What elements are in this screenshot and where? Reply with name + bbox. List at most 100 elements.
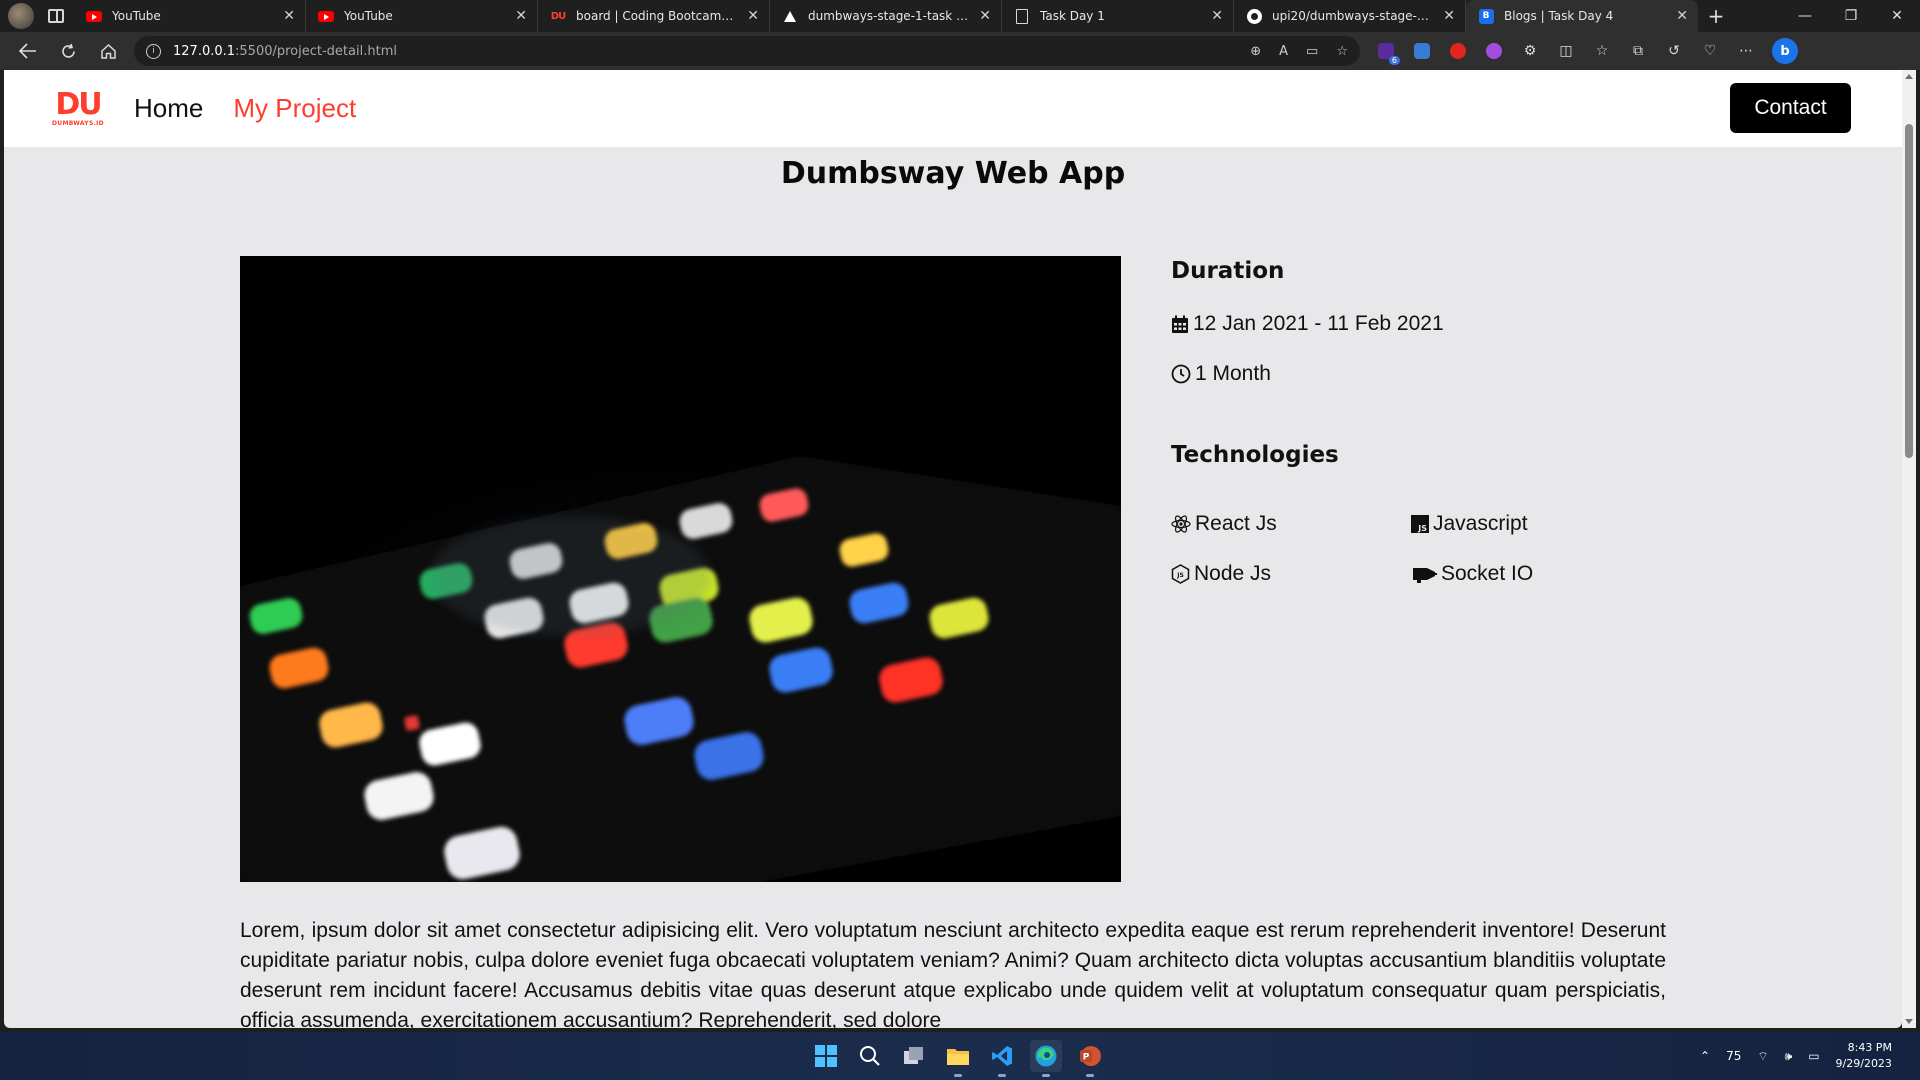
start-button[interactable]: [810, 1040, 842, 1072]
immersive-reader-icon[interactable]: ▭: [1306, 44, 1318, 59]
clock[interactable]: 8:43 PM 9/29/2023: [1836, 1040, 1892, 1072]
tray-number[interactable]: 75: [1726, 1049, 1741, 1063]
search-icon: [860, 1046, 880, 1066]
extension-badge-icon[interactable]: 6: [1376, 41, 1400, 65]
tech-label: Socket IO: [1441, 562, 1534, 585]
dumbways-logo[interactable]: DU DUMBWAYS.ID: [52, 90, 104, 128]
health-icon[interactable]: ♡: [1700, 41, 1720, 61]
url-host: 127.0.0.1: [173, 43, 236, 59]
copilot-icon[interactable]: b: [1772, 38, 1798, 64]
clock-icon: [1171, 364, 1191, 384]
duration-line: 1 Month: [1171, 362, 1271, 386]
svg-text:JS: JS: [1176, 572, 1184, 579]
refresh-button[interactable]: [48, 36, 88, 66]
favorites-icon[interactable]: ☆: [1592, 41, 1612, 61]
zoom-icon[interactable]: ⊕: [1250, 44, 1261, 59]
site-info-icon[interactable]: i: [146, 43, 161, 59]
back-button[interactable]: [8, 36, 48, 66]
battery-icon[interactable]: ▭: [1808, 1049, 1819, 1063]
history-icon[interactable]: ↺: [1664, 41, 1684, 61]
task-view-button[interactable]: [898, 1040, 930, 1072]
tab-title: upi20/dumbways-stage-1-task: [1272, 9, 1435, 23]
close-icon[interactable]: ✕: [747, 8, 759, 24]
browser-tab-active[interactable]: B Blogs | Task Day 4 ✕: [1466, 0, 1698, 32]
volume-icon[interactable]: 🕪: [1785, 1049, 1793, 1064]
favorite-star-icon[interactable]: ☆: [1336, 44, 1348, 59]
vscode-button[interactable]: [986, 1040, 1018, 1077]
file-explorer-button[interactable]: [942, 1040, 974, 1077]
chevron-up-icon[interactable]: ⌃: [1700, 1049, 1710, 1063]
powerpoint-button[interactable]: P: [1074, 1040, 1106, 1077]
restore-button[interactable]: ❐: [1828, 0, 1874, 32]
wifi-icon[interactable]: ⌔: [1757, 1049, 1768, 1064]
windows-taskbar: P ⌃ 75 ⌔ 🕪 ▭ 8:43 PM 9/29/2023: [0, 1032, 1920, 1080]
browser-tab[interactable]: Task Day 1 ✕: [1002, 0, 1234, 32]
red-extension-icon[interactable]: [1448, 41, 1468, 61]
nav-link-home[interactable]: Home: [134, 93, 203, 124]
url-path: :5500/project-detail.html: [235, 43, 397, 59]
youtube-icon: [86, 8, 102, 24]
blog-icon: B: [1478, 8, 1494, 24]
new-tab-button[interactable]: +: [1698, 0, 1734, 32]
close-icon[interactable]: ✕: [283, 8, 295, 24]
more-menu-icon[interactable]: ⋯: [1736, 41, 1756, 61]
close-icon[interactable]: ✕: [979, 8, 991, 24]
date-range-line: 12 Jan 2021 - 11 Feb 2021: [1171, 312, 1444, 336]
home-button[interactable]: [88, 36, 128, 66]
scroll-up-icon[interactable]: [1905, 74, 1913, 79]
browser-tab[interactable]: upi20/dumbways-stage-1-task ✕: [1234, 0, 1466, 32]
duration-heading: Duration: [1171, 258, 1285, 284]
minimize-button[interactable]: —: [1782, 0, 1828, 32]
youtube-icon: [318, 8, 334, 24]
react-icon: [1171, 515, 1191, 533]
close-window-button[interactable]: ✕: [1874, 0, 1920, 32]
page-scrollbar[interactable]: [1902, 70, 1916, 1028]
collections-icon[interactable]: ⧉: [1628, 41, 1648, 61]
tech-item-javascript: JS Javascript: [1411, 512, 1528, 536]
search-button[interactable]: [854, 1040, 886, 1072]
contact-button[interactable]: Contact: [1730, 83, 1851, 133]
tech-item-socketio: Socket IO: [1411, 562, 1533, 586]
document-icon: [1014, 8, 1030, 24]
folder-icon: [947, 1049, 969, 1065]
tech-label: Node Js: [1194, 562, 1272, 585]
browser-tab[interactable]: YouTube ✕: [74, 0, 306, 32]
tab-title: YouTube: [344, 9, 393, 23]
read-aloud-icon[interactable]: A: [1279, 44, 1288, 59]
close-icon[interactable]: ✕: [1443, 8, 1455, 24]
edge-button[interactable]: [1030, 1040, 1062, 1077]
page-title: Dumbsway Web App: [780, 156, 1126, 191]
technologies-heading: Technologies: [1171, 442, 1339, 468]
address-bar-input[interactable]: i 127.0.0.1:5500/project-detail.html ⊕ A…: [134, 36, 1360, 66]
close-icon[interactable]: ✕: [1211, 8, 1223, 24]
extension-badge-count: 6: [1388, 56, 1400, 65]
powerpoint-icon: P: [1080, 1046, 1101, 1066]
site-navbar: DU DUMBWAYS.ID Home My Project Contact: [4, 70, 1902, 147]
extensions-puzzle-icon[interactable]: ⚙: [1520, 41, 1540, 61]
tech-label: React Js: [1195, 512, 1277, 535]
purple-extension-icon[interactable]: [1484, 41, 1504, 61]
close-icon[interactable]: ✕: [1676, 8, 1688, 24]
scroll-down-icon[interactable]: [1905, 1019, 1913, 1024]
profile-avatar-icon[interactable]: [8, 3, 34, 29]
translate-extension-icon[interactable]: [1412, 41, 1432, 61]
task-view-icon: [904, 1047, 923, 1064]
vscode-icon: [992, 1046, 1012, 1066]
browser-tab[interactable]: YouTube ✕: [306, 0, 538, 32]
tech-item-react: React Js: [1171, 512, 1277, 536]
nav-link-my-project[interactable]: My Project: [233, 93, 356, 124]
vercel-icon: [782, 8, 798, 24]
close-icon[interactable]: ✕: [515, 8, 527, 24]
tab-actions-icon[interactable]: [48, 9, 64, 23]
tech-item-nodejs: JS Node Js: [1171, 562, 1271, 586]
scrollbar-thumb[interactable]: [1905, 124, 1913, 458]
browser-tab[interactable]: dumbways-stage-1-task – Overview ✕: [770, 0, 1002, 32]
edge-icon: [1035, 1045, 1057, 1067]
svg-text:P: P: [1083, 1053, 1090, 1063]
page-viewport: DU DUMBWAYS.ID Home My Project Contact D…: [4, 70, 1902, 1028]
browser-tab[interactable]: DU board | Coding Bootcamp Indonesia ✕: [538, 0, 770, 32]
tab-title: Task Day 1: [1040, 9, 1105, 23]
project-description: Lorem, ipsum dolor sit amet consectetur …: [240, 919, 1666, 1028]
clock-time: 8:43 PM: [1847, 1041, 1892, 1054]
split-screen-icon[interactable]: ◫: [1556, 41, 1576, 61]
